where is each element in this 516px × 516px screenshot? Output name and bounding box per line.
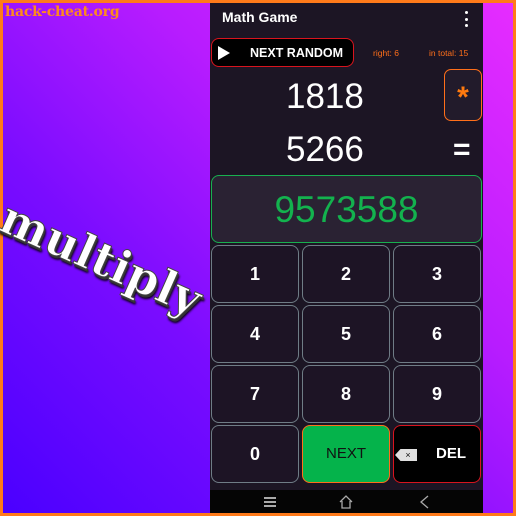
right-count: right: 6 bbox=[373, 48, 399, 58]
key-0[interactable]: 0 bbox=[211, 425, 299, 483]
app-bar: Math Game bbox=[210, 3, 483, 37]
key-8[interactable]: 8 bbox=[302, 365, 390, 423]
watermark: hack-cheat.org bbox=[5, 4, 120, 20]
back-icon[interactable] bbox=[417, 494, 433, 510]
total-count: in total: 15 bbox=[429, 48, 469, 58]
more-vert-icon[interactable] bbox=[463, 11, 469, 27]
system-nav-bar bbox=[210, 490, 483, 513]
next-random-label: NEXT RANDOM bbox=[250, 46, 344, 60]
play-icon bbox=[218, 46, 230, 60]
operand-1: 1818 bbox=[286, 77, 364, 116]
app-title: Math Game bbox=[222, 9, 298, 25]
home-icon[interactable] bbox=[338, 494, 354, 510]
equals-sign: = bbox=[453, 133, 471, 166]
key-7[interactable]: 7 bbox=[211, 365, 299, 423]
key-6[interactable]: 6 bbox=[393, 305, 481, 363]
key-9[interactable]: 9 bbox=[393, 365, 481, 423]
next-random-button[interactable]: NEXT RANDOM bbox=[211, 38, 354, 67]
backspace-icon: × bbox=[395, 449, 417, 461]
next-button[interactable]: NEXT bbox=[302, 425, 390, 483]
recent-apps-icon[interactable] bbox=[262, 494, 278, 510]
key-2[interactable]: 2 bbox=[302, 245, 390, 303]
key-1[interactable]: 1 bbox=[211, 245, 299, 303]
answer-field[interactable]: 9573588 bbox=[211, 175, 482, 243]
key-5[interactable]: 5 bbox=[302, 305, 390, 363]
operator-button[interactable]: * bbox=[444, 69, 482, 121]
key-4[interactable]: 4 bbox=[211, 305, 299, 363]
delete-label: DEL bbox=[436, 445, 466, 462]
key-3[interactable]: 3 bbox=[393, 245, 481, 303]
phone-screen: Math Game NEXT RANDOM right: 6 in total:… bbox=[210, 3, 483, 513]
delete-button[interactable]: × DEL bbox=[393, 425, 481, 483]
operand-2: 5266 bbox=[286, 130, 364, 169]
